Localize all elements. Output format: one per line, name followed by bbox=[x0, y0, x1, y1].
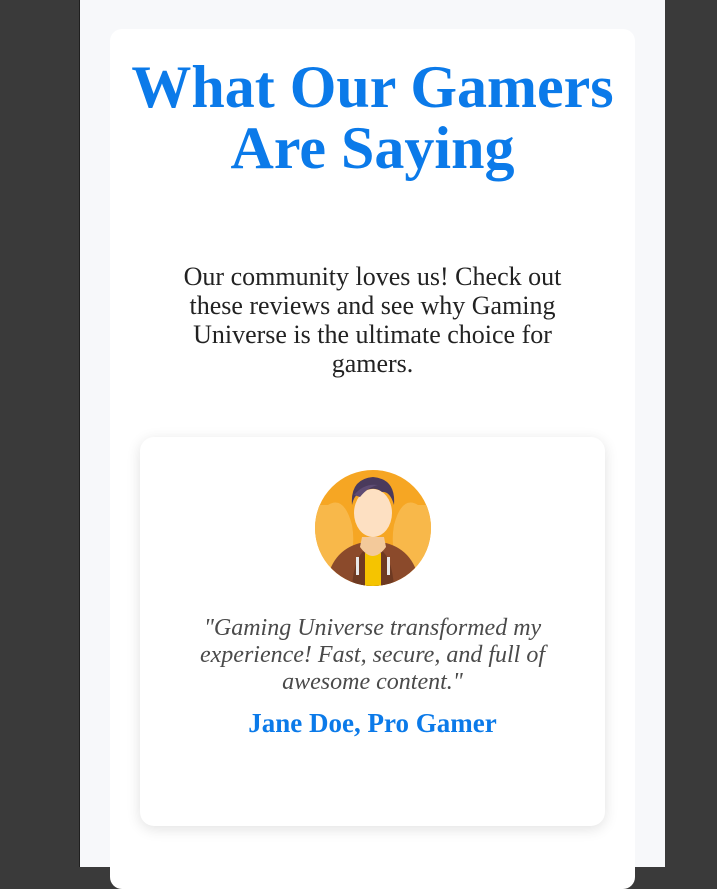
testimonial-author: Jane Doe, Pro Gamer bbox=[248, 708, 497, 738]
testimonials-section: What Our Gamers Are Saying Our community… bbox=[110, 29, 635, 889]
section-title: What Our Gamers Are Saying bbox=[131, 54, 614, 181]
testimonial-card: "Gaming Universe transformed my experien… bbox=[140, 437, 605, 826]
page-viewport: What Our Gamers Are Saying Our community… bbox=[79, 0, 665, 889]
section-subtitle: Our community loves us! Check out these … bbox=[183, 262, 562, 378]
gamer-avatar-icon bbox=[314, 465, 432, 587]
testimonial-quote: "Gaming Universe transformed my experien… bbox=[200, 615, 545, 695]
